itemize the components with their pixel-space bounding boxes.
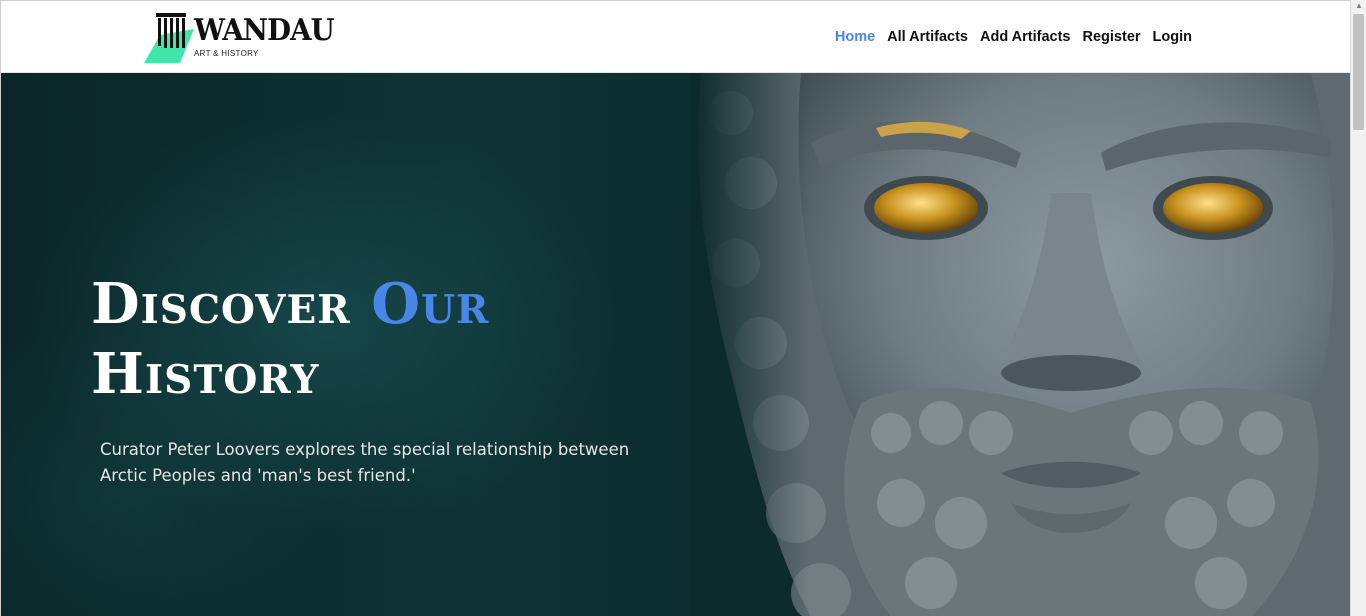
- nav-add-artifacts[interactable]: Add Artifacts: [974, 29, 1077, 45]
- hero-title-part1: Discover: [91, 271, 351, 337]
- main-nav: Home All Artifacts Add Artifacts Registe…: [829, 1, 1198, 73]
- nav-register[interactable]: Register: [1077, 29, 1147, 45]
- nav-home[interactable]: Home: [829, 29, 881, 45]
- hero-title: Discover Our History: [91, 269, 489, 409]
- statue-head-image: [691, 73, 1350, 616]
- brand-logo[interactable]: WANDAU ART & HISTORY: [144, 9, 335, 65]
- hero-title-part2: History: [91, 341, 320, 407]
- scrollbar-thumb[interactable]: [1353, 14, 1364, 130]
- brand-tagline: ART & HISTORY: [194, 49, 259, 58]
- browser-viewport: WANDAU ART & HISTORY Home All Artifacts …: [0, 0, 1350, 616]
- navbar: WANDAU ART & HISTORY Home All Artifacts …: [1, 1, 1350, 73]
- hero-description: Curator Peter Loovers explores the speci…: [100, 440, 630, 485]
- nav-all-artifacts[interactable]: All Artifacts: [881, 29, 974, 45]
- page-scrollbar[interactable]: ▲: [1350, 0, 1366, 616]
- scroll-up-arrow-icon[interactable]: ▲: [1351, 0, 1366, 12]
- nav-login[interactable]: Login: [1147, 29, 1198, 45]
- brand-name: WANDAU: [194, 13, 335, 48]
- hero-title-accent: Our: [371, 271, 490, 337]
- hero-banner: Discover Our History Curator Peter Loove…: [1, 73, 1350, 616]
